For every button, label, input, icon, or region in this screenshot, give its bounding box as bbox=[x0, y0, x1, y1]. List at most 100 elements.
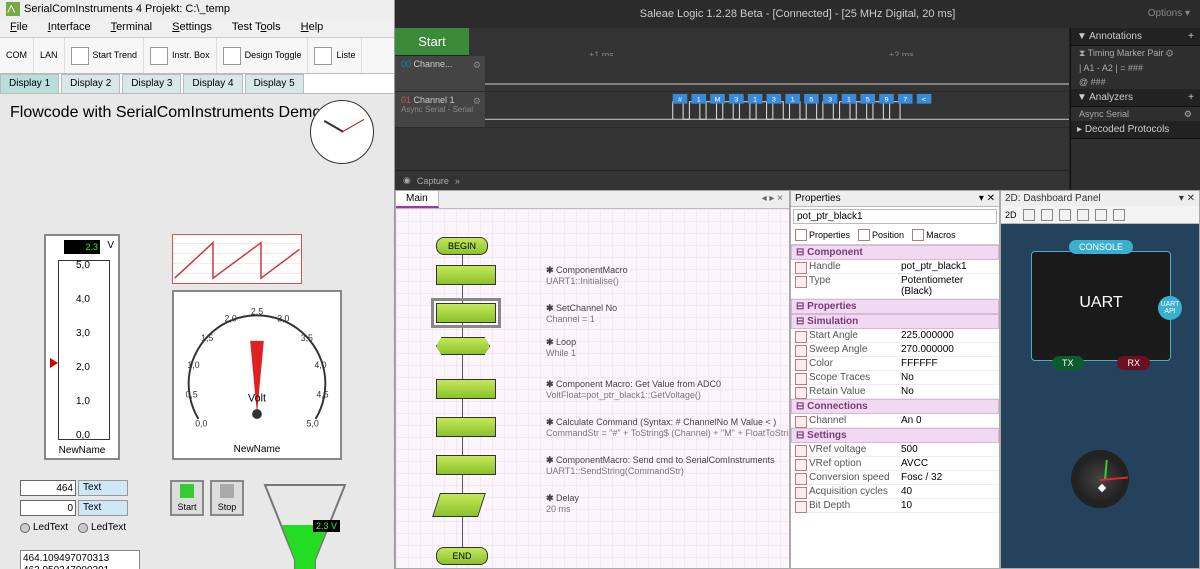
uart-api-badge[interactable]: UARTAPI bbox=[1158, 296, 1182, 320]
prop-row[interactable]: Retain ValueNo bbox=[791, 385, 999, 399]
flow-block[interactable]: ✱ Delay20 ms bbox=[436, 493, 482, 517]
value-input-1[interactable] bbox=[20, 480, 76, 496]
tab-position[interactable]: Position bbox=[858, 229, 904, 241]
radio-ledtext-2[interactable]: LedText bbox=[78, 522, 126, 533]
channel-0-label[interactable]: 00 Channe...⚙ bbox=[395, 56, 485, 91]
prop-row[interactable]: Conversion speedFosc / 32 bbox=[791, 471, 999, 485]
prop-row[interactable]: ChannelAn 0 bbox=[791, 414, 999, 428]
value-input-2[interactable] bbox=[20, 500, 76, 516]
text-label: Text bbox=[78, 500, 128, 516]
window-title: SerialComInstruments 4 Projekt: C:\_temp bbox=[24, 3, 230, 15]
instr-box-button[interactable]: Instr. Box bbox=[144, 38, 217, 73]
menu-help[interactable]: Help bbox=[291, 18, 334, 37]
channel-1-waveform[interactable]: #1M3131531597< bbox=[485, 92, 1069, 127]
prop-row[interactable]: Sweep Angle270.000000 bbox=[791, 343, 999, 357]
tool-icon[interactable] bbox=[1041, 209, 1053, 221]
properties-tabs: Properties Position Macros bbox=[791, 226, 999, 245]
flow-block[interactable]: ✱ SetChannel NoChannel = 1 bbox=[436, 303, 496, 323]
design-toggle-button[interactable]: Design Toggle bbox=[217, 38, 309, 73]
value-log[interactable]: 464.109497070313 463.950347900391 463.79… bbox=[20, 550, 140, 569]
start-button[interactable]: Start bbox=[170, 480, 204, 516]
plus-icon[interactable]: + bbox=[1188, 31, 1194, 42]
start-trend-button[interactable]: Start Trend bbox=[65, 38, 145, 73]
view-2d-button[interactable]: 2D bbox=[1005, 210, 1017, 220]
menu-terminal[interactable]: Terminal bbox=[101, 18, 163, 37]
prop-group-header[interactable]: ⊟ Connections bbox=[791, 399, 999, 414]
console-badge[interactable]: CONSOLE bbox=[1069, 240, 1133, 254]
tool-icon[interactable] bbox=[1059, 209, 1071, 221]
tool-icon[interactable] bbox=[1113, 209, 1125, 221]
gear-icon[interactable]: ⚙ bbox=[473, 96, 481, 107]
tab-display-3[interactable]: Display 3 bbox=[122, 74, 181, 93]
channel-1-label[interactable]: 01 Channel 1Async Serial - Serial⚙ bbox=[395, 92, 485, 127]
svg-text:1: 1 bbox=[697, 97, 701, 104]
tab-macros[interactable]: Macros bbox=[912, 229, 956, 241]
tab-display-2[interactable]: Display 2 bbox=[61, 74, 120, 93]
liste-button[interactable]: Liste bbox=[308, 38, 362, 73]
tool-icon[interactable] bbox=[1095, 209, 1107, 221]
flowchart-canvas[interactable]: BEGIN✱ ComponentMacroUART1::Initialise()… bbox=[396, 209, 789, 568]
menu-interface[interactable]: Interface bbox=[38, 18, 101, 37]
annotations-header[interactable]: ▼ Annotations+ bbox=[1071, 28, 1200, 46]
tab-nav-icons[interactable]: ◂ ▸ × bbox=[756, 191, 789, 208]
property-grid[interactable]: ⊟ ComponentHandlepot_ptr_black1TypePoten… bbox=[791, 245, 999, 568]
prop-row[interactable]: TypePotentiometer (Black) bbox=[791, 274, 999, 299]
funnel-unit: V bbox=[331, 521, 337, 531]
gear-icon[interactable]: ⚙ bbox=[1184, 109, 1192, 120]
funnel-value: 2.3 bbox=[316, 521, 329, 531]
flow-block[interactable]: ✱ ComponentMacroUART1::Initialise() bbox=[436, 265, 496, 285]
prop-row[interactable]: VRef optionAVCC bbox=[791, 457, 999, 471]
timing-marker-row[interactable]: ⧗ Timing Marker Pair ⚙ bbox=[1071, 46, 1200, 61]
stop-button[interactable]: Stop bbox=[210, 480, 244, 516]
tab-display-5[interactable]: Display 5 bbox=[245, 74, 304, 93]
prop-row[interactable]: VRef voltage500 bbox=[791, 443, 999, 457]
app-icon bbox=[6, 2, 20, 16]
tab-properties[interactable]: Properties bbox=[795, 229, 850, 241]
tool-icon[interactable] bbox=[1023, 209, 1035, 221]
prop-group-header[interactable]: ⊟ Settings bbox=[791, 428, 999, 443]
tab-main[interactable]: Main bbox=[396, 191, 439, 208]
channel-0-waveform[interactable] bbox=[485, 56, 1069, 91]
flow-block[interactable]: END bbox=[436, 547, 488, 565]
prop-row[interactable]: ColorFFFFFF bbox=[791, 357, 999, 371]
prop-row[interactable]: Start Angle225.000000 bbox=[791, 329, 999, 343]
tool-icon[interactable] bbox=[1077, 209, 1089, 221]
panel-controls[interactable]: ▾ ✕ bbox=[1179, 193, 1195, 204]
flow-block[interactable]: ✱ ComponentMacro: Send cmd to SerialComI… bbox=[436, 455, 496, 475]
decoded-header[interactable]: ▸ Decoded Protocols bbox=[1071, 121, 1200, 139]
funnel-meter: 2.3 V bbox=[260, 480, 350, 569]
prop-row[interactable]: Scope TracesNo bbox=[791, 371, 999, 385]
prop-row[interactable]: Acquisition cycles40 bbox=[791, 485, 999, 499]
capture-chevron-icon[interactable]: » bbox=[455, 176, 460, 186]
analyzer-async-serial[interactable]: Async Serial ⚙ bbox=[1071, 107, 1200, 121]
flow-block[interactable]: ✱ Component Macro: Get Value from ADC0Vo… bbox=[436, 379, 496, 399]
analyzers-header[interactable]: ▼ Analyzers+ bbox=[1071, 89, 1200, 107]
properties-panel: Properties ▾ ✕ Properties Position Macros… bbox=[790, 190, 1000, 569]
prop-group-header[interactable]: ⊟ Simulation bbox=[791, 314, 999, 329]
tab-display-1[interactable]: Display 1 bbox=[0, 74, 59, 93]
wrench-icon bbox=[795, 229, 807, 241]
uart-component[interactable]: CONSOLE UARTAPI UART TX RX bbox=[1031, 251, 1171, 361]
menu-file[interactable]: File bbox=[0, 18, 38, 37]
flow-block[interactable]: BEGIN bbox=[436, 237, 488, 255]
radio-ledtext-1[interactable]: LedText bbox=[20, 522, 68, 533]
tab-display-4[interactable]: Display 4 bbox=[183, 74, 242, 93]
potentiometer-knob[interactable] bbox=[1071, 450, 1129, 508]
plus-icon[interactable]: + bbox=[1188, 92, 1194, 103]
com-button[interactable]: COM bbox=[0, 38, 34, 73]
prop-row[interactable]: Bit Depth10 bbox=[791, 499, 999, 513]
menu-test-tools[interactable]: Test Tools bbox=[222, 18, 291, 37]
component-selector[interactable] bbox=[793, 209, 997, 224]
prop-group-header[interactable]: ⊟ Properties bbox=[791, 299, 999, 314]
lan-button[interactable]: LAN bbox=[34, 38, 65, 73]
menu-settings[interactable]: Settings bbox=[162, 18, 222, 37]
flow-block[interactable]: ✱ Calculate Command (Syntax: # ChannelNo… bbox=[436, 417, 496, 437]
flow-block[interactable]: ✱ LoopWhile 1 bbox=[436, 337, 490, 355]
options-menu[interactable]: Options ▾ bbox=[1148, 0, 1190, 28]
capture-collapse-icon[interactable]: ◉ bbox=[403, 175, 411, 186]
start-capture-button[interactable]: Start bbox=[395, 28, 469, 56]
panel-controls[interactable]: ▾ ✕ bbox=[979, 193, 995, 204]
gear-icon[interactable]: ⚙ bbox=[473, 60, 481, 71]
prop-group-header[interactable]: ⊟ Component bbox=[791, 245, 999, 260]
prop-row[interactable]: Handlepot_ptr_black1 bbox=[791, 260, 999, 274]
